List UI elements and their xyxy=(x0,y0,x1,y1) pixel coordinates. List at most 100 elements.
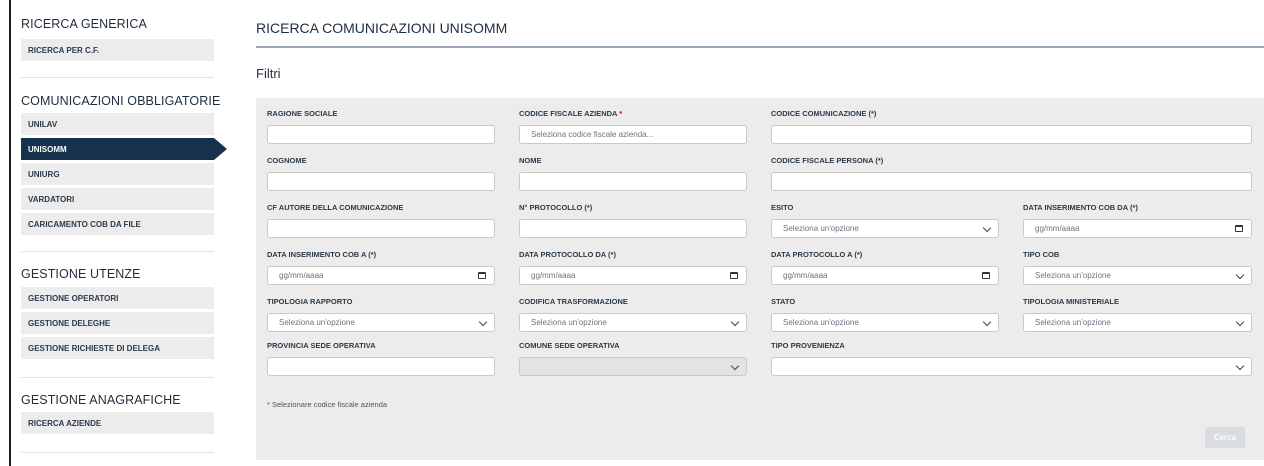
required-mark: * xyxy=(619,109,623,118)
chevron-down-icon xyxy=(478,317,488,327)
field-label: COMUNE SEDE OPERATIVA xyxy=(519,341,620,350)
date-value: gg/mm/aaaa xyxy=(1035,224,1080,233)
field-tipologia-rapporto: TIPOLOGIA RAPPORTO Seleziona un'opzione xyxy=(267,297,495,332)
codice-comunicazione-input[interactable] xyxy=(771,125,1252,144)
calendar-icon[interactable] xyxy=(478,272,486,279)
calendar-icon[interactable] xyxy=(982,272,990,279)
data-inserimento-da-input[interactable]: gg/mm/aaaa xyxy=(1023,219,1252,238)
search-button[interactable]: Cerca xyxy=(1205,427,1245,448)
chevron-down-icon xyxy=(982,317,992,327)
field-ragione-sociale: RAGIONE SOCIALE xyxy=(267,109,495,144)
field-stato: STATO Seleziona un'opzione xyxy=(771,297,999,332)
page-title: RICERCA COMUNICAZIONI UNISOMM xyxy=(256,20,508,36)
codice-fiscale-persona-input[interactable] xyxy=(771,172,1252,191)
field-codice-fiscale-persona: CODICE FISCALE PERSONA (*) xyxy=(771,156,1252,191)
date-value: gg/mm/aaaa xyxy=(783,271,828,280)
select-value: Seleziona un'opzione xyxy=(783,224,859,233)
cognome-input[interactable] xyxy=(267,172,495,191)
field-label: TIPOLOGIA MINISTERIALE xyxy=(1023,297,1119,306)
sidebar-separator xyxy=(21,377,214,378)
select-value: Seleziona un'opzione xyxy=(531,318,607,327)
required-note: * Selezionare codice fiscale azienda xyxy=(267,400,388,409)
field-label: TIPO COB xyxy=(1023,250,1060,259)
sidebar-item-unisomm[interactable]: UNISOMM xyxy=(21,138,227,161)
field-codice-fiscale-azienda: CODICE FISCALE AZIENDA * Seleziona codic… xyxy=(519,109,747,144)
stato-select[interactable]: Seleziona un'opzione xyxy=(771,313,999,332)
field-tipo-provenienza: TIPO PROVENIENZA xyxy=(771,341,1252,376)
field-label-text: CODICE FISCALE AZIENDA xyxy=(519,109,618,118)
calendar-icon[interactable] xyxy=(730,272,738,279)
field-label: STATO xyxy=(771,297,796,306)
sidebar-item-gestione-operatori[interactable]: GESTIONE OPERATORI xyxy=(21,287,214,310)
sidebar-item-ricerca-aziende[interactable]: RICERCA AZIENDE xyxy=(21,412,214,435)
select-value: Seleziona un'opzione xyxy=(279,318,355,327)
field-tipologia-ministeriale: TIPOLOGIA MINISTERIALE Seleziona un'opzi… xyxy=(1023,297,1252,332)
tipologia-ministeriale-select[interactable]: Seleziona un'opzione xyxy=(1023,313,1252,332)
field-data-prot-da: DATA PROTOCOLLO DA (*) gg/mm/aaaa xyxy=(519,250,747,285)
ragione-sociale-input[interactable] xyxy=(267,125,495,144)
date-value: gg/mm/aaaa xyxy=(531,271,576,280)
date-value: gg/mm/aaaa xyxy=(279,271,324,280)
filters-panel: RAGIONE SOCIALE CODICE FISCALE AZIENDA *… xyxy=(256,98,1264,460)
field-label: DATA INSERIMENTO COB A (*) xyxy=(267,250,377,259)
sidebar-group-title-ricerca-generica: RICERCA GENERICA xyxy=(21,17,147,31)
field-label: CF AUTORE DELLA COMUNICAZIONE xyxy=(267,203,404,212)
sidebar-group-title-gestione-utenze: GESTIONE UTENZE xyxy=(21,267,141,281)
field-label: COGNOME xyxy=(267,156,307,165)
sidebar-item-ricerca-per-cf[interactable]: RICERCA PER C.F. xyxy=(21,39,214,62)
calendar-icon[interactable] xyxy=(1235,225,1243,232)
data-protocollo-a-input[interactable]: gg/mm/aaaa xyxy=(771,266,999,285)
chevron-down-icon xyxy=(730,361,740,371)
field-label: CODICE FISCALE PERSONA (*) xyxy=(771,156,884,165)
field-provincia-sede: PROVINCIA SEDE OPERATIVA xyxy=(267,341,495,376)
tipo-provenienza-select[interactable] xyxy=(771,357,1252,376)
sidebar-item-unilav[interactable]: UNILAV xyxy=(21,113,214,136)
tipo-cob-select[interactable]: Seleziona un'opzione xyxy=(1023,266,1252,285)
field-codice-comunicazione: CODICE COMUNICAZIONE (*) xyxy=(771,109,1252,144)
field-nome: NOME xyxy=(519,156,747,191)
field-tipo-cob: TIPO COB Seleziona un'opzione xyxy=(1023,250,1252,285)
sidebar-item-caricamento-cob[interactable]: CARICAMENTO COB DA FILE xyxy=(21,213,214,236)
chevron-down-icon xyxy=(1235,361,1245,371)
field-label: CODIFICA TRASFORMAZIONE xyxy=(519,297,628,306)
field-data-ins-a: DATA INSERIMENTO COB A (*) gg/mm/aaaa xyxy=(267,250,495,285)
provincia-sede-input[interactable] xyxy=(267,357,495,376)
sidebar-item-uniurg[interactable]: UNIURG xyxy=(21,163,214,186)
chevron-down-icon xyxy=(1235,317,1245,327)
sidebar-separator xyxy=(21,452,214,453)
filters-title: Filtri xyxy=(256,66,281,81)
chevron-down-icon xyxy=(982,223,992,233)
field-label: TIPO PROVENIENZA xyxy=(771,341,845,350)
codifica-trasformazione-select[interactable]: Seleziona un'opzione xyxy=(519,313,747,332)
field-label: ESITO xyxy=(771,203,794,212)
esito-select[interactable]: Seleziona un'opzione xyxy=(771,219,999,238)
window-left-border xyxy=(9,0,11,466)
field-label: DATA PROTOCOLLO A (*) xyxy=(771,250,863,259)
field-data-ins-da: DATA INSERIMENTO COB DA (*) gg/mm/aaaa xyxy=(1023,203,1252,238)
codice-fiscale-azienda-input[interactable]: Seleziona codice fiscale azienda... xyxy=(519,125,747,144)
field-n-protocollo: N° PROTOCOLLO (*) xyxy=(519,203,747,238)
cf-autore-input[interactable] xyxy=(267,219,495,238)
field-comune-sede: COMUNE SEDE OPERATIVA xyxy=(519,341,747,376)
field-label: DATA INSERIMENTO COB DA (*) xyxy=(1023,203,1138,212)
field-cf-autore: CF AUTORE DELLA COMUNICAZIONE xyxy=(267,203,495,238)
tipologia-rapporto-select[interactable]: Seleziona un'opzione xyxy=(267,313,495,332)
n-protocollo-input[interactable] xyxy=(519,219,747,238)
data-inserimento-a-input[interactable]: gg/mm/aaaa xyxy=(267,266,495,285)
sidebar-item-gestione-deleghe[interactable]: GESTIONE DELEGHE xyxy=(21,312,214,335)
field-label: CODICE COMUNICAZIONE (*) xyxy=(771,109,877,118)
sidebar-item-vardatori[interactable]: VARDATORI xyxy=(21,188,214,211)
field-label: DATA PROTOCOLLO DA (*) xyxy=(519,250,616,259)
sidebar-item-gestione-richieste-delega[interactable]: GESTIONE RICHIESTE DI DELEGA xyxy=(21,337,214,360)
chevron-down-icon xyxy=(730,317,740,327)
comune-sede-select xyxy=(519,357,747,376)
field-label: TIPOLOGIA RAPPORTO xyxy=(267,297,353,306)
field-label: NOME xyxy=(519,156,542,165)
data-protocollo-da-input[interactable]: gg/mm/aaaa xyxy=(519,266,747,285)
field-label: N° PROTOCOLLO (*) xyxy=(519,203,593,212)
field-codifica-trasformazione: CODIFICA TRASFORMAZIONE Seleziona un'opz… xyxy=(519,297,747,332)
title-divider xyxy=(256,46,1264,48)
chevron-down-icon xyxy=(1235,270,1245,280)
sidebar-group-title-comunicazioni: COMUNICAZIONI OBBLIGATORIE xyxy=(21,94,221,108)
nome-input[interactable] xyxy=(519,172,747,191)
